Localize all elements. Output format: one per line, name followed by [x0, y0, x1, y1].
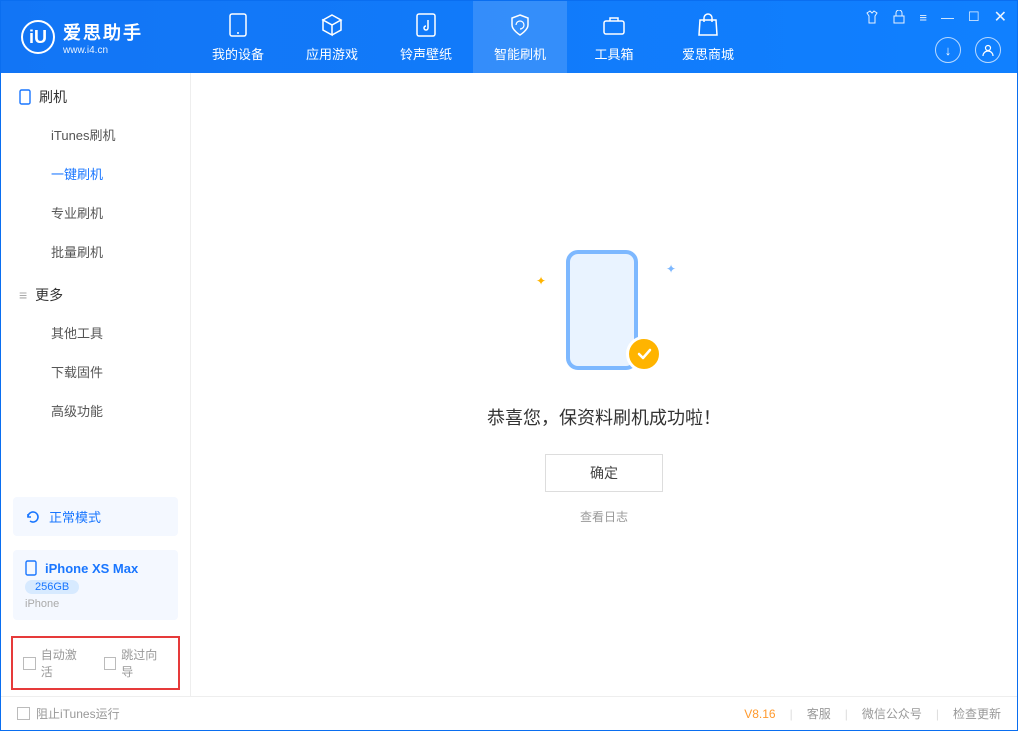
footer-right: V8.16 | 客服 | 微信公众号 | 检查更新	[744, 705, 1001, 722]
nav-label: 应用游戏	[306, 44, 358, 63]
header-bottom-icons: ↓	[935, 37, 1001, 63]
nav-label: 智能刷机	[494, 44, 546, 63]
main-content: ✦ ✦ 恭喜您，保资料刷机成功啦！ 确定 查看日志	[191, 73, 1017, 696]
options-row: 自动激活 跳过向导	[11, 636, 180, 690]
sidebar-item-advanced[interactable]: 高级功能	[1, 391, 190, 430]
sparkle-icon: ✦	[666, 262, 676, 276]
nav-tab-ringtone[interactable]: 铃声壁纸	[379, 1, 473, 73]
nav-label: 铃声壁纸	[400, 44, 452, 63]
logo-area: iU 爱思助手 www.i4.cn	[1, 19, 191, 56]
checkbox-icon	[17, 707, 30, 720]
footer-link-wechat[interactable]: 微信公众号	[862, 705, 922, 722]
window-controls: ≡ — ☐ ✕	[865, 7, 1007, 27]
auto-activate-checkbox[interactable]: 自动激活	[23, 646, 88, 680]
block-itunes-checkbox[interactable]: 阻止iTunes运行	[17, 705, 120, 722]
sidebar-item-batch-flash[interactable]: 批量刷机	[1, 232, 190, 271]
sparkle-icon: ✦	[536, 274, 546, 288]
phone-icon	[25, 560, 37, 576]
view-log-link[interactable]: 查看日志	[580, 508, 628, 525]
refresh-icon	[25, 509, 41, 525]
user-icon[interactable]	[975, 37, 1001, 63]
checkbox-label: 跳过向导	[121, 646, 168, 680]
checkbox-label: 自动激活	[41, 646, 88, 680]
nav-label: 工具箱	[594, 44, 633, 63]
shield-refresh-icon	[507, 12, 533, 38]
section-title: 刷机	[39, 87, 67, 107]
device-icon	[225, 12, 251, 38]
version-label: V8.16	[744, 707, 775, 721]
close-button[interactable]: ✕	[994, 7, 1007, 27]
ok-button[interactable]: 确定	[545, 454, 663, 492]
shirt-icon[interactable]	[865, 10, 879, 24]
minimize-button[interactable]: —	[941, 10, 954, 25]
nav-label: 爱思商城	[682, 44, 734, 63]
app-window: iU 爱思助手 www.i4.cn 我的设备 应用游戏 铃声壁纸 智能刷机	[0, 0, 1018, 731]
music-file-icon	[413, 12, 439, 38]
checkbox-label: 阻止iTunes运行	[36, 705, 120, 722]
nav-tab-my-device[interactable]: 我的设备	[191, 1, 285, 73]
download-icon[interactable]: ↓	[935, 37, 961, 63]
nav-tab-store[interactable]: 爱思商城	[661, 1, 755, 73]
body-area: 刷机 iTunes刷机 一键刷机 专业刷机 批量刷机 ≡ 更多 其他工具 下载固…	[1, 73, 1017, 696]
nav-tab-flash[interactable]: 智能刷机	[473, 1, 567, 73]
check-badge-icon	[626, 336, 662, 372]
toolbox-icon	[601, 12, 627, 38]
sidebar-item-download-firmware[interactable]: 下载固件	[1, 352, 190, 391]
device-type: iPhone	[25, 598, 166, 610]
cube-icon	[319, 12, 345, 38]
sidebar-section-flash: 刷机	[1, 73, 190, 115]
checkbox-icon	[104, 657, 117, 670]
skip-guide-checkbox[interactable]: 跳过向导	[104, 646, 169, 680]
sidebar-item-other-tools[interactable]: 其他工具	[1, 313, 190, 352]
app-subtitle: www.i4.cn	[63, 45, 143, 56]
menu-icon[interactable]: ≡	[919, 10, 927, 25]
footer-link-support[interactable]: 客服	[807, 705, 831, 722]
nav-label: 我的设备	[212, 44, 264, 63]
device-mode-label: 正常模式	[49, 507, 101, 526]
device-name-row: iPhone XS Max	[25, 560, 166, 576]
footer-link-update[interactable]: 检查更新	[953, 705, 1001, 722]
lock-icon[interactable]	[893, 10, 905, 24]
success-message: 恭喜您，保资料刷机成功啦！	[487, 404, 721, 430]
device-mode-card[interactable]: 正常模式	[13, 497, 178, 536]
sidebar-item-pro-flash[interactable]: 专业刷机	[1, 193, 190, 232]
bag-icon	[695, 12, 721, 38]
success-illustration: ✦ ✦	[534, 244, 674, 384]
sidebar: 刷机 iTunes刷机 一键刷机 专业刷机 批量刷机 ≡ 更多 其他工具 下载固…	[1, 73, 191, 696]
device-info-card[interactable]: iPhone XS Max 256GB iPhone	[13, 550, 178, 620]
checkbox-icon	[23, 657, 36, 670]
sidebar-item-itunes-flash[interactable]: iTunes刷机	[1, 115, 190, 154]
footer: 阻止iTunes运行 V8.16 | 客服 | 微信公众号 | 检查更新	[1, 696, 1017, 730]
nav-tab-toolbox[interactable]: 工具箱	[567, 1, 661, 73]
nav-tab-apps[interactable]: 应用游戏	[285, 1, 379, 73]
device-storage-badge: 256GB	[25, 580, 79, 594]
maximize-button[interactable]: ☐	[968, 9, 980, 25]
sidebar-item-one-click-flash[interactable]: 一键刷机	[1, 154, 190, 193]
titlebar: iU 爱思助手 www.i4.cn 我的设备 应用游戏 铃声壁纸 智能刷机	[1, 1, 1017, 73]
app-logo-icon: iU	[21, 20, 55, 54]
app-title: 爱思助手	[63, 19, 143, 45]
device-name: iPhone XS Max	[45, 561, 138, 576]
nav-tabs: 我的设备 应用游戏 铃声壁纸 智能刷机 工具箱 爱思商城	[191, 1, 755, 73]
sidebar-section-more: ≡ 更多	[1, 271, 190, 313]
logo-text: 爱思助手 www.i4.cn	[63, 19, 143, 56]
list-icon: ≡	[19, 287, 27, 303]
section-title: 更多	[35, 285, 63, 305]
phone-small-icon	[19, 89, 31, 105]
